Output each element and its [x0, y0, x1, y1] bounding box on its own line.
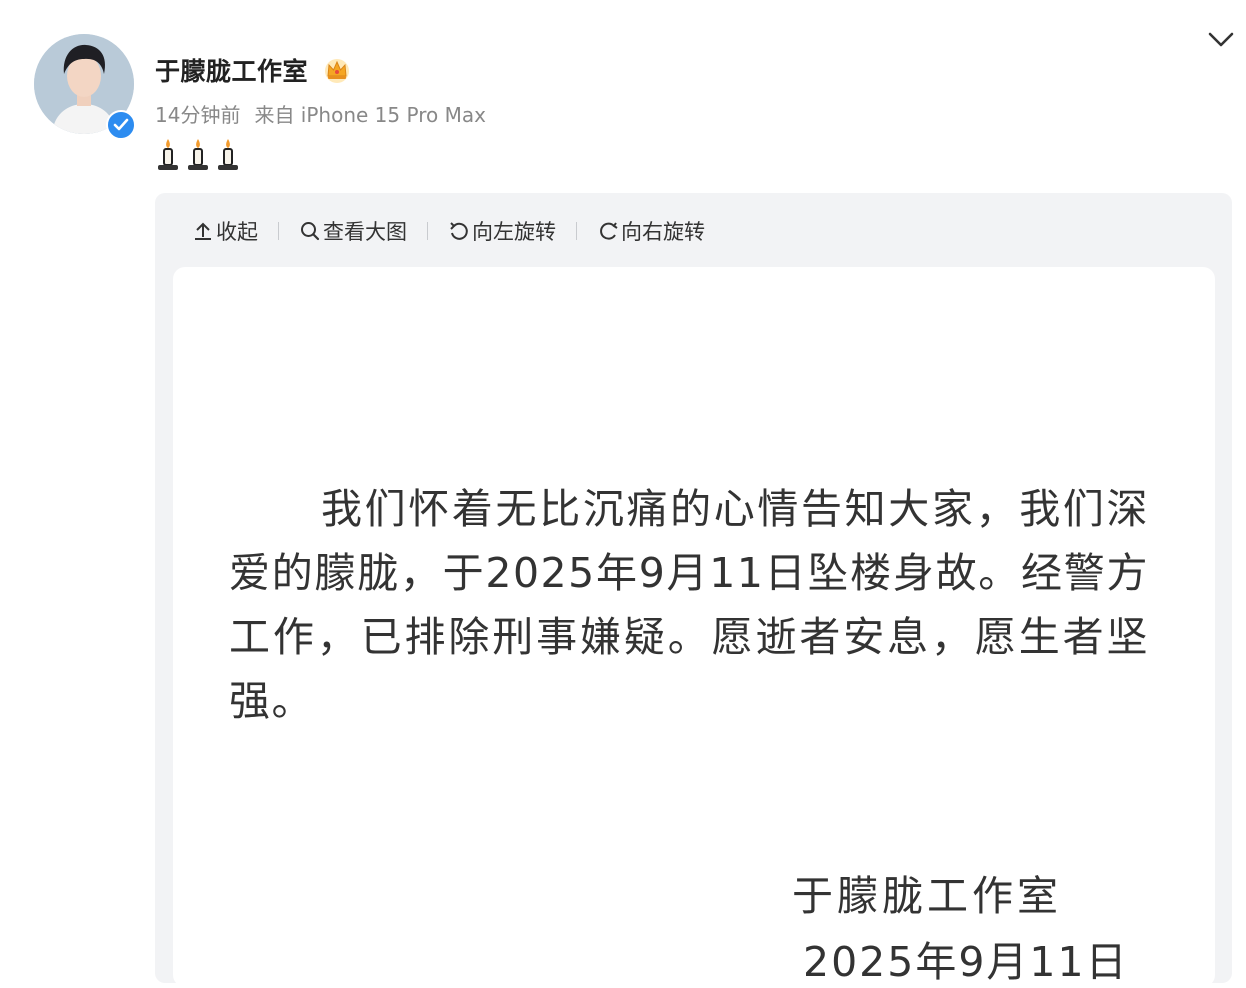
notice-date: 2025年9月11日 — [803, 938, 1129, 986]
rotate-left-icon — [450, 222, 468, 240]
search-icon — [301, 222, 320, 241]
view-large-label: 查看大图 — [323, 220, 407, 244]
post-time[interactable]: 14分钟前 — [155, 103, 240, 127]
arrow-up-icon — [195, 222, 211, 240]
author-row: 于朦胧工作室 — [155, 50, 352, 90]
post-content-emoji — [155, 138, 241, 172]
watermark: 乐 — [1122, 924, 1156, 964]
author-name[interactable]: 于朦胧工作室 — [155, 52, 308, 88]
rotate-right-label: 向右旋转 — [621, 220, 705, 244]
notice-body: 我们怀着无比沉痛的心情告知大家，我们深爱的朦胧，于2025年9月11日坠楼身故。… — [229, 485, 1149, 725]
rotate-left-button[interactable]: 向左旋转 — [448, 216, 556, 246]
verified-badge-icon — [106, 110, 136, 140]
image-toolbar: 收起 查看大图 向左旋转 向右旋转 — [192, 212, 705, 250]
toolbar-divider — [278, 222, 279, 240]
candle-icon — [158, 139, 178, 170]
collapse-button[interactable]: 收起 — [192, 216, 258, 246]
rotate-right-icon — [600, 222, 618, 240]
rotate-left-label: 向左旋转 — [472, 220, 556, 244]
chevron-down-icon[interactable] — [1204, 26, 1238, 54]
notice-signature: 于朦胧工作室 — [792, 872, 1062, 920]
collapse-label: 收起 — [216, 220, 258, 244]
rotate-right-button[interactable]: 向右旋转 — [597, 216, 705, 246]
candle-icon — [218, 139, 238, 170]
post-source: 来自 iPhone 15 Pro Max — [254, 103, 486, 127]
toolbar-divider — [576, 222, 577, 240]
candle-icon — [188, 139, 208, 170]
crown-badge-icon[interactable] — [322, 55, 352, 85]
post-meta: 14分钟前 来自 iPhone 15 Pro Max — [155, 99, 486, 128]
weibo-post: 于朦胧工作室 14分钟前 来自 iPhone 15 Pro Max 收起 查看大… — [0, 0, 1246, 987]
view-large-button[interactable]: 查看大图 — [299, 216, 407, 246]
toolbar-divider — [427, 222, 428, 240]
